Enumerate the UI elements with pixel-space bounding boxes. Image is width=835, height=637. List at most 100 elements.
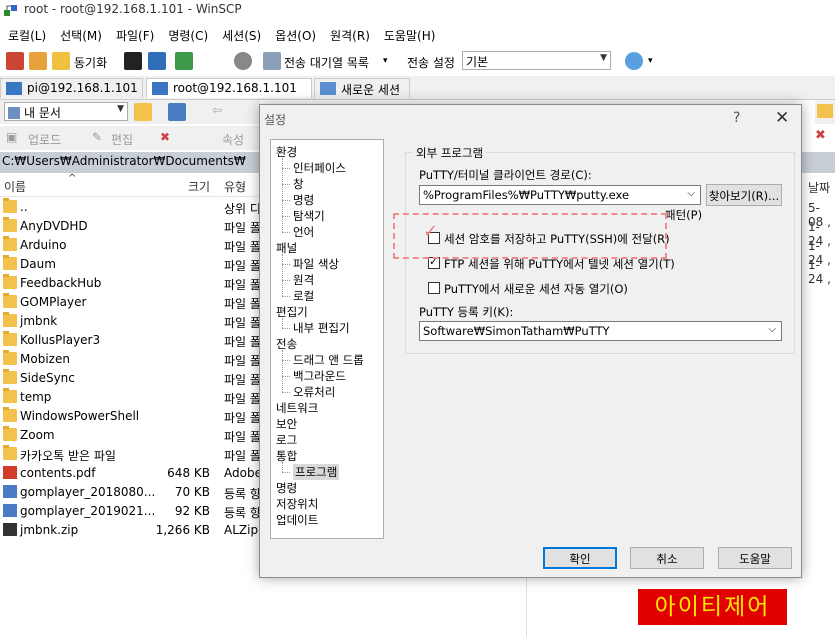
file-row[interactable]: jmbnk.zip 1,266 KB ALZip bbox=[0, 521, 260, 540]
menu-file[interactable]: 파일(F) bbox=[108, 24, 160, 44]
file-name: Daum bbox=[20, 257, 56, 271]
globe-dropdown-icon[interactable]: ▾ bbox=[648, 56, 653, 66]
tree-item[interactable]: 네트워크 bbox=[276, 400, 318, 416]
file-row[interactable]: WindowsPowerShell 파일 폴 bbox=[0, 407, 261, 426]
filter-icon[interactable] bbox=[168, 103, 186, 121]
chevron-down-icon: ▼ bbox=[600, 53, 607, 63]
auto-open-session-label[interactable]: PuTTY에서 새로운 세션 자동 열기(O) bbox=[444, 281, 628, 297]
refresh-icon[interactable] bbox=[175, 52, 193, 70]
open-folder-icon[interactable] bbox=[134, 103, 152, 121]
file-row[interactable]: gomplayer_2018080... 70 KB 등록 항 bbox=[0, 483, 261, 502]
file-row[interactable]: Mobizen 파일 폴 bbox=[0, 350, 261, 369]
local-location-value: 내 문서 bbox=[24, 106, 61, 120]
menu-help[interactable]: 도움말(H) bbox=[376, 24, 442, 44]
tree-item[interactable]: 창 bbox=[293, 176, 304, 192]
tree-item[interactable]: 명령 bbox=[276, 480, 297, 496]
tree-item[interactable]: 명령 bbox=[293, 192, 314, 208]
transfer-preset-select[interactable]: 기본 ▼ bbox=[462, 51, 611, 70]
putty-icon[interactable] bbox=[148, 52, 166, 70]
globe-icon[interactable] bbox=[625, 52, 643, 70]
column-type[interactable]: 유형 bbox=[224, 178, 246, 195]
putty-path-combo[interactable]: %ProgramFiles%₩PuTTY₩putty.exe ⌵ bbox=[419, 185, 701, 205]
tree-item[interactable]: 패널 bbox=[276, 240, 297, 256]
file-row[interactable]: AnyDVDHD 파일 폴 bbox=[0, 217, 261, 236]
menu-local[interactable]: 로컬(L) bbox=[0, 24, 52, 44]
tree-item[interactable]: 백그라운드 bbox=[293, 368, 346, 384]
local-location-select[interactable]: 내 문서 ▼ bbox=[4, 102, 128, 121]
menu-command[interactable]: 명령(C) bbox=[160, 24, 214, 44]
right-column-date[interactable]: 날짜 bbox=[808, 179, 830, 196]
gear-icon[interactable] bbox=[234, 52, 252, 70]
file-row[interactable]: Zoom 파일 폴 bbox=[0, 426, 261, 445]
tree-item[interactable]: 파일 색상 bbox=[293, 256, 339, 272]
column-name[interactable]: 이름 bbox=[4, 178, 26, 195]
file-row[interactable]: SideSync 파일 폴 bbox=[0, 369, 261, 388]
close-icon[interactable]: ✕ bbox=[775, 108, 789, 128]
file-row[interactable]: KollusPlayer3 파일 폴 bbox=[0, 331, 261, 350]
tree-item[interactable]: 로컬 bbox=[293, 288, 314, 304]
tree-item[interactable]: 환경 bbox=[276, 144, 297, 160]
auto-open-session-checkbox[interactable] bbox=[428, 282, 440, 294]
edit-button[interactable]: 편집 bbox=[111, 131, 133, 148]
tree-item[interactable]: 저장위치 bbox=[276, 496, 318, 512]
tree-item[interactable]: 탐색기 bbox=[293, 208, 325, 224]
synchronize-button[interactable]: 동기화 bbox=[74, 54, 107, 71]
synchronize-icon[interactable] bbox=[52, 52, 70, 70]
folder-icon bbox=[3, 331, 17, 346]
tree-item[interactable]: 업데이트 bbox=[276, 512, 318, 528]
tree-item[interactable]: 보안 bbox=[276, 416, 297, 432]
delete-icon[interactable]: ✖ bbox=[160, 130, 170, 144]
compare-icon[interactable] bbox=[6, 52, 24, 70]
tree-connector bbox=[282, 462, 283, 472]
tree-item[interactable]: 인터페이스 bbox=[293, 160, 346, 176]
tab-session-root[interactable]: root@192.168.1.101 bbox=[146, 78, 312, 98]
tab-session-pi[interactable]: pi@192.168.1.101 bbox=[0, 78, 143, 98]
upload-button[interactable]: 업로드 bbox=[28, 131, 61, 148]
menu-select[interactable]: 선택(M) bbox=[52, 24, 108, 44]
folder-icon bbox=[3, 217, 17, 232]
tree-item[interactable]: 로그 bbox=[276, 432, 297, 448]
help-button[interactable]: 도움말 bbox=[718, 547, 792, 569]
file-row[interactable]: .. 상위 디 bbox=[0, 198, 261, 217]
ok-button[interactable]: 확인 bbox=[543, 547, 617, 569]
file-row[interactable]: gomplayer_2019021... 92 KB 등록 항 bbox=[0, 502, 261, 521]
tree-item[interactable]: 언어 bbox=[293, 224, 314, 240]
queue-dropdown-icon[interactable]: ▾ bbox=[383, 56, 388, 66]
tree-item[interactable]: 전송 bbox=[276, 336, 297, 352]
properties-button[interactable]: 속성 bbox=[222, 131, 244, 148]
tree-item[interactable]: 통합 bbox=[276, 448, 297, 464]
menu-options[interactable]: 옵션(O) bbox=[267, 24, 322, 44]
file-row[interactable]: temp 파일 폴 bbox=[0, 388, 261, 407]
sync-browse-icon[interactable] bbox=[29, 52, 47, 70]
tree-item[interactable]: 드래그 앤 드롭 bbox=[293, 352, 364, 368]
console-icon[interactable] bbox=[124, 52, 142, 70]
file-row[interactable]: 카카오톡 받은 파일 파일 폴 bbox=[0, 445, 261, 464]
tab-new-session[interactable]: 새로운 세션 bbox=[314, 78, 410, 98]
file-row[interactable]: jmbnk 파일 폴 bbox=[0, 312, 261, 331]
tree-item[interactable]: 편집기 bbox=[276, 304, 308, 320]
browse-button[interactable]: 찾아보기(R)... bbox=[706, 184, 782, 206]
menu-session[interactable]: 세션(S) bbox=[214, 24, 267, 44]
queue-list-button[interactable]: 전송 대기열 목록 bbox=[284, 54, 369, 71]
tree-item[interactable]: 오류처리 bbox=[293, 384, 335, 400]
pattern-button[interactable]: 패턴(P) bbox=[665, 207, 702, 223]
local-path[interactable]: C:₩Users₩Administrator₩Documents₩ bbox=[2, 154, 246, 168]
file-type: 파일 폴 bbox=[224, 411, 261, 425]
delete-icon[interactable]: ✖ bbox=[815, 128, 835, 148]
back-arrow-icon[interactable]: ⇦ bbox=[212, 103, 222, 117]
file-row[interactable]: Daum 파일 폴 bbox=[0, 255, 261, 274]
column-size[interactable]: 크기 bbox=[188, 178, 210, 195]
file-row[interactable]: FeedbackHub 파일 폴 bbox=[0, 274, 261, 293]
registry-key-combo[interactable]: Software₩SimonTatham₩PuTTY ⌵ bbox=[419, 321, 782, 341]
file-row[interactable]: contents.pdf 648 KB Adobe bbox=[0, 464, 262, 483]
tree-item[interactable]: 내부 편집기 bbox=[293, 320, 350, 336]
tree-item[interactable]: 프로그램 bbox=[293, 464, 340, 480]
cancel-button[interactable]: 취소 bbox=[630, 547, 704, 569]
file-row[interactable]: GOMPlayer 파일 폴 bbox=[0, 293, 261, 312]
menu-remote[interactable]: 원격(R) bbox=[322, 24, 376, 44]
tree-item[interactable]: 원격 bbox=[293, 272, 314, 288]
title-bar: root - root@192.168.1.101 - WinSCP bbox=[0, 0, 835, 22]
open-folder-icon[interactable] bbox=[817, 104, 833, 118]
help-icon[interactable]: ? bbox=[733, 110, 740, 126]
file-row[interactable]: Arduino 파일 폴 bbox=[0, 236, 261, 255]
